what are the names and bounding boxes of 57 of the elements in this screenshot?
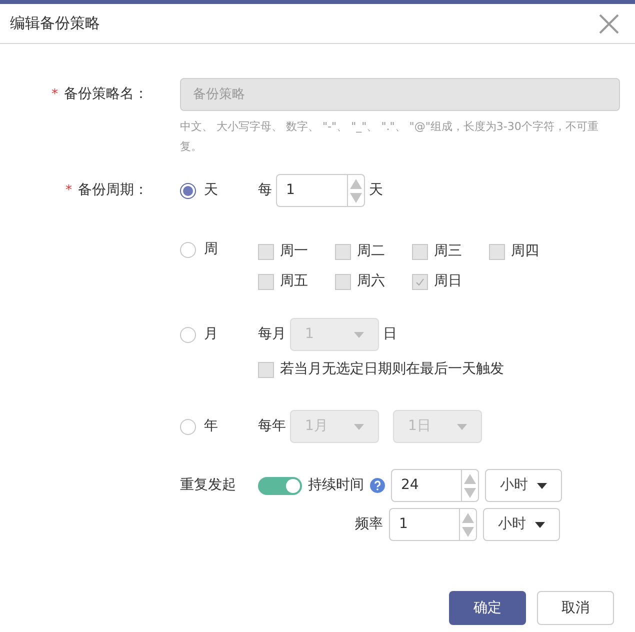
stepper-arrows-icon[interactable] — [461, 470, 478, 501]
help-icon[interactable] — [370, 478, 385, 493]
radio-button[interactable] — [180, 182, 196, 198]
caret-icon — [354, 332, 364, 338]
radio-button[interactable] — [180, 242, 196, 258]
toggle-switch[interactable] — [258, 476, 302, 494]
caret-icon — [457, 424, 467, 430]
checkbox[interactable] — [335, 274, 351, 290]
stepper-arrows-icon[interactable] — [347, 175, 364, 206]
checkbox[interactable] — [412, 244, 428, 260]
confirm-button[interactable]: 确定 — [449, 591, 526, 625]
number-field[interactable]: 1 — [276, 174, 365, 207]
field-label: 每年 — [258, 417, 286, 436]
checkbox-label: 周二 — [357, 242, 385, 261]
radio-label: 月 — [204, 325, 218, 344]
cancel-button[interactable]: 取消 — [537, 591, 614, 625]
checkbox-label: 周三 — [434, 242, 462, 261]
field-label: 备份策略名： — [64, 85, 148, 104]
radio-label: 天 — [204, 181, 218, 200]
field-label: 备份周期： — [78, 181, 148, 200]
radio-label: 周 — [204, 240, 218, 259]
checkbox-label: 周四 — [511, 242, 539, 261]
checkbox-label: 周六 — [357, 272, 385, 291]
field-label: 频率 — [355, 515, 383, 534]
radio-button[interactable] — [180, 418, 196, 434]
required-asterisk: * — [66, 182, 72, 200]
checkbox-label: 若当月无选定日期则在最后一天触发 — [280, 360, 504, 379]
number-field[interactable]: 24 — [391, 469, 479, 502]
caret-icon — [354, 424, 364, 430]
hint-text: 中文、 大小写字母、 数字、 "-"、 "_"、 "."、 "@"组成，长度为3-30个字符，不可重复。 — [180, 119, 600, 155]
required-asterisk: * — [52, 86, 58, 104]
checkbox-label: 周五 — [280, 272, 308, 291]
caret-icon — [537, 482, 547, 488]
radio-button[interactable] — [180, 326, 196, 342]
dropdown[interactable]: 小时 — [485, 469, 562, 502]
dropdown[interactable]: 小时 — [483, 508, 560, 541]
field-label: 持续时间 — [308, 476, 364, 495]
field-label: 每 — [258, 181, 272, 200]
stepper-arrows-icon[interactable] — [459, 509, 476, 540]
checkbox[interactable] — [412, 274, 428, 290]
caret-icon — [535, 522, 545, 528]
dialog-title: 编辑备份策略 — [10, 13, 100, 34]
check-icon — [415, 276, 425, 286]
field-label: 日 — [383, 325, 397, 344]
field-label: 重复发起 — [180, 476, 237, 495]
checkbox[interactable] — [258, 274, 274, 290]
close-icon[interactable] — [599, 14, 619, 34]
checkbox-label: 周日 — [434, 272, 462, 291]
number-field[interactable]: 1 — [389, 508, 477, 541]
checkbox[interactable] — [489, 244, 505, 260]
field-label: 天 — [369, 181, 383, 200]
checkbox[interactable] — [335, 244, 351, 260]
field-label: 每月 — [258, 325, 286, 344]
checkbox[interactable] — [258, 244, 274, 260]
checkbox-label: 周一 — [280, 242, 308, 261]
checkbox[interactable] — [258, 362, 274, 378]
radio-label: 年 — [204, 417, 218, 436]
